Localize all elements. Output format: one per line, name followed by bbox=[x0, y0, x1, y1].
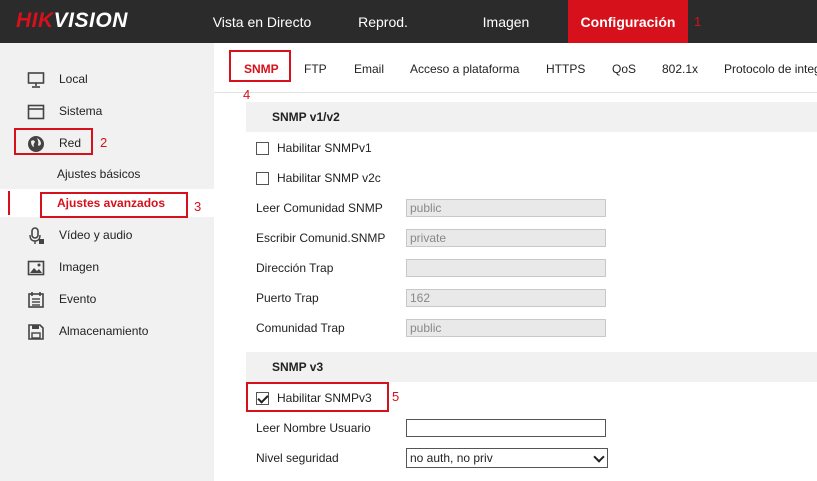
annotation-3: 3 bbox=[194, 199, 202, 214]
tab-platform-access[interactable]: Acceso a plataforma bbox=[410, 62, 519, 76]
monitor-icon bbox=[27, 72, 45, 88]
section-header-snmp-v3: SNMP v3 bbox=[246, 352, 817, 382]
sidebar-item-local[interactable]: Local bbox=[0, 64, 214, 94]
sidebar-item-label: Vídeo y audio bbox=[59, 228, 133, 242]
active-indicator bbox=[8, 191, 10, 215]
sidebar-item-label: Local bbox=[59, 72, 88, 86]
tab-ftp[interactable]: FTP bbox=[304, 62, 327, 76]
trap-address-input[interactable] bbox=[406, 259, 606, 277]
enable-snmpv1-label: Habilitar SNMPv1 bbox=[277, 141, 372, 155]
enable-snmpv2c-checkbox[interactable] bbox=[256, 172, 269, 185]
write-community-input[interactable]: private bbox=[406, 229, 606, 247]
top-navigation-bar: HIKVISION Vista en Directo Reprod. Image… bbox=[0, 0, 817, 43]
window-icon bbox=[27, 104, 45, 120]
section-header-snmp-v1v2: SNMP v1/v2 bbox=[246, 102, 817, 132]
sidebar-item-system[interactable]: Sistema bbox=[0, 96, 214, 126]
hikvision-logo: HIKVISION bbox=[16, 9, 128, 32]
nav-playback[interactable]: Reprod. bbox=[338, 0, 428, 43]
enable-snmpv1-checkbox[interactable] bbox=[256, 142, 269, 155]
sidebar-item-label: Sistema bbox=[59, 104, 103, 118]
tab-8021x[interactable]: 802.1x bbox=[662, 62, 698, 76]
nav-image[interactable]: Imagen bbox=[460, 0, 552, 43]
picture-icon bbox=[27, 260, 45, 276]
sidebar-item-image[interactable]: Imagen bbox=[0, 252, 214, 282]
write-community-label: Escribir Comunid.SNMP bbox=[256, 231, 386, 245]
read-community-input[interactable]: public bbox=[406, 199, 606, 217]
annotation-1: 1 bbox=[694, 14, 702, 29]
tab-qos[interactable]: QoS bbox=[612, 62, 636, 76]
security-level-select[interactable]: no auth, no priv bbox=[406, 448, 608, 468]
security-level-value: no auth, no priv bbox=[410, 451, 493, 465]
trap-community-input[interactable]: public bbox=[406, 319, 606, 337]
sidebar-item-label: Almacenamiento bbox=[59, 324, 149, 338]
security-level-label: Nivel seguridad bbox=[256, 451, 339, 465]
sidebar-item-storage[interactable]: Almacenamiento bbox=[0, 316, 214, 346]
highlight-box-enable-snmpv3 bbox=[246, 382, 389, 412]
sidebar-subitem-basic-settings[interactable]: Ajustes básicos bbox=[0, 160, 214, 188]
annotation-2: 2 bbox=[100, 135, 108, 150]
highlight-box-advanced-settings bbox=[40, 192, 188, 218]
trap-address-label: Dirección Trap bbox=[256, 261, 334, 275]
enable-snmpv2c-label: Habilitar SNMP v2c bbox=[277, 171, 381, 185]
tab-https[interactable]: HTTPS bbox=[546, 62, 585, 76]
chevron-down-icon bbox=[593, 451, 605, 463]
tab-integration-protocol[interactable]: Protocolo de integ bbox=[724, 62, 817, 76]
calendar-list-icon bbox=[28, 292, 44, 308]
trap-port-label: Puerto Trap bbox=[256, 291, 319, 305]
annotation-4: 4 bbox=[243, 87, 251, 102]
read-community-label: Leer Comunidad SNMP bbox=[256, 201, 383, 215]
highlight-box-snmp-tab bbox=[229, 50, 291, 82]
annotation-5: 5 bbox=[392, 389, 400, 404]
microphone-camera-icon bbox=[29, 227, 44, 244]
sidebar-item-event[interactable]: Evento bbox=[0, 284, 214, 314]
read-username-label: Leer Nombre Usuario bbox=[256, 421, 371, 435]
trap-community-label: Comunidad Trap bbox=[256, 321, 345, 335]
nav-configuration[interactable]: Configuración bbox=[568, 0, 688, 43]
floppy-disk-icon bbox=[28, 324, 44, 340]
read-username-input[interactable] bbox=[406, 419, 606, 437]
tab-email[interactable]: Email bbox=[354, 62, 384, 76]
sidebar-item-label: Imagen bbox=[59, 260, 100, 274]
sidebar-item-video-audio[interactable]: Vídeo y audio bbox=[0, 220, 214, 250]
trap-port-input[interactable]: 162 bbox=[406, 289, 606, 307]
nav-live-view[interactable]: Vista en Directo bbox=[196, 0, 328, 43]
highlight-box-network bbox=[14, 128, 93, 155]
sidebar-item-label: Evento bbox=[59, 292, 97, 306]
